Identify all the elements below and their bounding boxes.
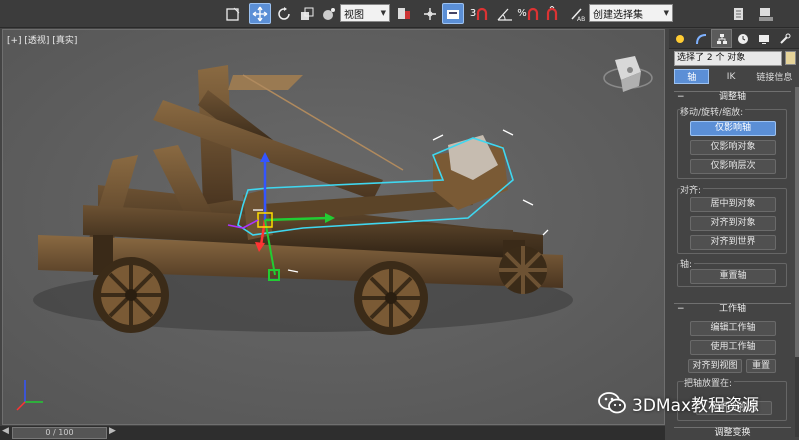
object-color-swatch[interactable] [785, 51, 796, 65]
rollout-adjust-transform-title: 调整变换 [714, 428, 751, 438]
named-selection-set-select[interactable]: 创建选择集 ▼ [589, 4, 673, 22]
timeline: ◀ 0 / 100 ▶ [0, 426, 665, 440]
reference-coordinate-value: 视图 [344, 9, 364, 21]
pivot-center-icon[interactable] [393, 3, 415, 24]
angle-snap-toggle-icon[interactable] [494, 3, 516, 24]
watermark: 3DMax教程资源 [598, 388, 759, 418]
chevron-left-icon[interactable]: ◀ [2, 426, 9, 436]
affect-object-only-button[interactable]: 仅影响对象 [690, 140, 776, 155]
edit-working-pivot-button[interactable]: 编辑工作轴 [690, 321, 776, 336]
select-and-scale-icon[interactable] [296, 3, 318, 24]
tab-hierarchy[interactable] [711, 29, 732, 48]
watermark-text: 3DMax教程资源 [632, 395, 760, 416]
select-and-move-icon[interactable] [249, 3, 271, 24]
perspective-viewport[interactable]: [+] [透视] [真实] [2, 29, 665, 425]
align-to-world-button[interactable]: 对齐到世界 [690, 235, 776, 250]
svg-text:ABC: ABC [577, 16, 585, 22]
rollout-working-pivot[interactable]: − 工作轴 [674, 303, 791, 315]
create-star-icon [675, 34, 684, 43]
align-to-object-button[interactable]: 对齐到对象 [690, 216, 776, 231]
group-move-rotate-scale-label: 移动/旋转/缩放: [680, 105, 746, 118]
wechat-logo-icon [598, 392, 626, 414]
snaps-toggle-icon[interactable]: 3 [468, 3, 490, 24]
main-toolbar: 视图 ▼ 3 % ABC 创建选择集 ▼ [0, 0, 799, 28]
wheel-front-left [93, 257, 169, 333]
percent-snap-toggle-icon[interactable]: % [517, 3, 539, 24]
mirror-icon[interactable] [728, 3, 750, 24]
command-panel: 选择了 2 个 对象 轴 IK 链接信息 − 调整轴 移动/旋转/缩放: 仅影响… [668, 29, 799, 440]
affect-pivot-only-button[interactable]: 仅影响轴 [690, 121, 776, 136]
rollout-adjust-transform[interactable]: 调整变换 [674, 427, 791, 439]
edit-named-selection-icon[interactable]: ABC [566, 3, 588, 24]
panel-scroll-thumb[interactable] [795, 87, 799, 357]
keyboard-shortcut-toggle-icon[interactable] [442, 3, 464, 24]
use-working-pivot-button[interactable]: 使用工作轴 [690, 340, 776, 355]
subtab-pivot[interactable]: 轴 [674, 69, 710, 84]
subtab-link-info[interactable]: 链接信息 [753, 69, 796, 84]
align-to-view-button[interactable]: 对齐到视图 [688, 359, 742, 373]
motion-clock-icon [737, 33, 748, 44]
collapse-icon: − [677, 92, 685, 102]
modify-bend-icon [695, 33, 706, 44]
command-panel-tabs [669, 29, 799, 49]
tab-create[interactable] [669, 29, 690, 48]
tab-modify[interactable] [690, 29, 711, 48]
rollout-adjust-pivot-title: 调整轴 [718, 92, 746, 102]
reset-pivot-button[interactable]: 重置轴 [690, 269, 776, 284]
viewport-label-menu[interactable]: [+] [透视] [真实] [7, 33, 77, 46]
select-and-rotate-icon[interactable] [273, 3, 295, 24]
panel-scrollbar[interactable] [795, 87, 799, 437]
affect-hierarchy-only-button[interactable]: 仅影响层次 [690, 159, 776, 174]
select-object-icon[interactable] [222, 3, 244, 24]
tab-motion[interactable] [732, 29, 753, 48]
catapult-scene [3, 30, 664, 424]
rollout-working-pivot-title: 工作轴 [718, 304, 746, 314]
reset-working-pivot-button[interactable]: 重置 [746, 359, 776, 373]
selection-name-field[interactable]: 选择了 2 个 对象 [674, 51, 782, 66]
group-alignment-label: 对齐: [680, 183, 704, 196]
chevron-down-icon: ▼ [380, 9, 386, 17]
collapse-icon: − [677, 304, 685, 314]
reference-coordinate-select[interactable]: 视图 ▼ [340, 4, 390, 22]
named-selection-set-value: 创建选择集 [593, 9, 643, 21]
center-to-object-button[interactable]: 居中到对象 [690, 197, 776, 212]
tab-utilities[interactable] [774, 29, 795, 48]
wheel-back [499, 246, 547, 294]
select-manipulate-icon[interactable] [419, 3, 441, 24]
align-icon[interactable] [755, 3, 777, 24]
select-and-place-icon[interactable] [318, 3, 340, 24]
rollout-adjust-pivot[interactable]: − 调整轴 [674, 91, 791, 103]
hierarchy-icon [716, 33, 727, 44]
tab-display[interactable] [753, 29, 774, 48]
chevron-down-icon: ▼ [663, 9, 669, 17]
time-slider[interactable]: 0 / 100 [12, 427, 107, 439]
chevron-right-icon[interactable]: ▶ [109, 426, 116, 436]
subtab-ik[interactable]: IK [711, 69, 750, 84]
spinner-snap-toggle-icon[interactable] [541, 3, 563, 24]
display-monitor-icon [758, 34, 769, 44]
wheel-front-right [354, 261, 428, 335]
hierarchy-subtabs: 轴 IK 链接信息 [674, 69, 796, 84]
utilities-wrench-icon [779, 33, 790, 44]
